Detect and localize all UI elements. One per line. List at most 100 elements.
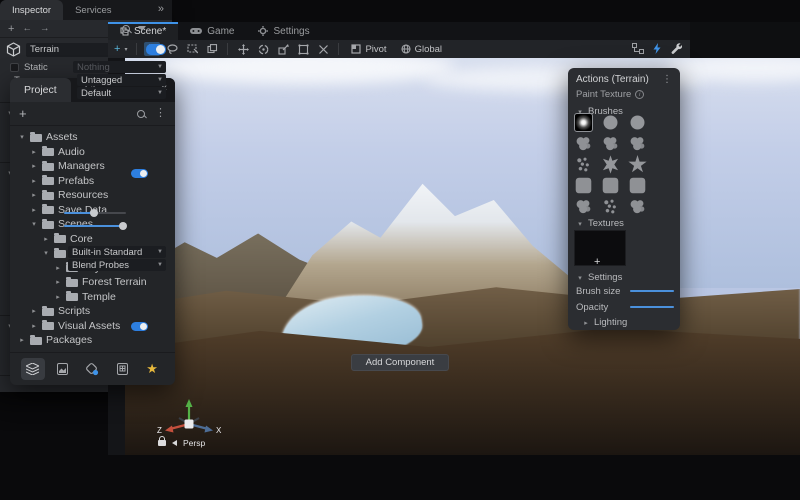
rect-select-tool-button[interactable] xyxy=(184,42,200,56)
opacity-slider[interactable] xyxy=(630,306,674,308)
filter-icon[interactable] xyxy=(138,26,146,31)
tree-item-resources[interactable]: ▸Resources xyxy=(10,188,175,203)
settings-section-header[interactable]: ▾ Settings xyxy=(576,272,622,283)
tab-project[interactable]: Project xyxy=(10,78,71,102)
tab-scene[interactable]: Scene* xyxy=(108,22,178,40)
caret-icon[interactable]: ▸ xyxy=(30,307,38,315)
caret-icon[interactable]: ▸ xyxy=(42,235,50,243)
brush-thumbnail[interactable] xyxy=(628,155,647,174)
tree-item-temple[interactable]: ▸Temple xyxy=(10,290,175,305)
pixel-error-slider[interactable] xyxy=(64,212,126,214)
add-object-button[interactable]: + ▾ xyxy=(112,42,129,56)
back-button[interactable]: ← xyxy=(22,23,32,34)
layer-dropdown[interactable]: Default▼ xyxy=(77,87,166,99)
caret-icon[interactable]: ▸ xyxy=(30,177,38,185)
lighting-section-header[interactable]: ▸ Lighting xyxy=(582,317,627,328)
brush-thumbnail[interactable] xyxy=(628,134,647,153)
terrain-material-dropdown[interactable]: Built-in Standard▼ xyxy=(68,246,166,258)
caret-icon[interactable]: ▾ xyxy=(30,220,38,228)
scenes-view-button[interactable] xyxy=(51,358,75,380)
tree-item-managers[interactable]: ▸Managers xyxy=(10,159,175,174)
brush-thumbnail[interactable] xyxy=(574,134,593,153)
brush-thumbnail[interactable] xyxy=(601,113,620,132)
caret-icon[interactable]: ▸ xyxy=(30,162,38,170)
tab-inspector[interactable]: Inspector xyxy=(0,0,63,20)
caret-icon[interactable]: ▾ xyxy=(18,133,26,141)
assets-view-button[interactable] xyxy=(21,358,45,380)
base-map-slider[interactable] xyxy=(64,225,126,227)
tag-dropdown[interactable]: Untagged▼ xyxy=(77,74,166,86)
move-tool-button[interactable] xyxy=(235,42,251,56)
add-asset-button[interactable]: + xyxy=(19,106,27,121)
tab-services[interactable]: Services xyxy=(63,0,123,20)
brush-thumbnail[interactable] xyxy=(601,155,620,174)
caret-icon[interactable]: ▸ xyxy=(30,191,38,199)
brush-thumbnail[interactable] xyxy=(603,178,619,194)
actions-menu-icon[interactable]: ⋮ xyxy=(662,75,672,85)
forward-button[interactable]: → xyxy=(40,23,50,34)
caret-icon[interactable]: ▸ xyxy=(54,264,62,272)
hierarchy-icon[interactable] xyxy=(632,43,644,54)
flash-icon[interactable] xyxy=(653,43,661,54)
add-component-button[interactable]: Add Component xyxy=(351,354,449,371)
add-button[interactable]: + xyxy=(8,23,14,35)
gameobject-cube-icon[interactable] xyxy=(6,42,21,57)
scene-viewport[interactable]: Z X Persp xyxy=(125,58,800,455)
tree-item-assets[interactable]: ▾Assets xyxy=(10,130,175,145)
brush-thumbnail[interactable] xyxy=(574,197,593,216)
brush-thumbnail-selected[interactable] xyxy=(574,113,593,132)
rect-transform-tool-button[interactable] xyxy=(295,42,311,56)
caret-icon[interactable]: ▸ xyxy=(18,336,26,344)
tree-item-packages[interactable]: ▸Packages xyxy=(10,333,175,348)
brush-thumbnail[interactable] xyxy=(576,178,592,194)
caret-icon[interactable]: ▾ xyxy=(42,249,50,257)
brush-thumbnail[interactable] xyxy=(601,134,620,153)
terrain-enabled-toggle[interactable] xyxy=(131,169,148,178)
textures-section-header[interactable]: ▾ Textures xyxy=(576,218,624,229)
tree-item-visual-assets[interactable]: ▸Visual Assets xyxy=(10,319,175,334)
tree-item-forest-terrain[interactable]: ▸Forest Terrain xyxy=(10,275,175,290)
brush-size-slider[interactable] xyxy=(630,290,674,292)
gameobject-active-toggle[interactable] xyxy=(146,44,166,55)
brush-thumbnail[interactable] xyxy=(628,197,647,216)
add-texture-button[interactable]: + xyxy=(594,256,600,268)
materials-view-button[interactable] xyxy=(80,358,104,380)
scale-tool-button[interactable] xyxy=(275,42,291,56)
caret-icon[interactable]: ▸ xyxy=(54,278,62,286)
tree-item-prefabs[interactable]: ▸Prefabs xyxy=(10,174,175,189)
pivot-toggle-button[interactable]: Pivot xyxy=(346,42,391,56)
static-dropdown[interactable]: Nothing▼ xyxy=(73,61,166,73)
reflection-dropdown[interactable]: Blend Probes▼ xyxy=(68,259,166,271)
tab-game[interactable]: Game xyxy=(178,22,246,40)
lasso-select-tool-button[interactable] xyxy=(164,42,180,56)
expand-panel-icon[interactable]: » xyxy=(158,3,164,15)
folder-icon xyxy=(30,134,42,142)
tab-settings[interactable]: Settings xyxy=(246,22,321,40)
caret-icon[interactable]: ▸ xyxy=(54,293,62,301)
brush-thumbnail[interactable] xyxy=(628,113,647,132)
caret-icon[interactable]: ▸ xyxy=(30,322,38,330)
wrench-icon[interactable] xyxy=(670,42,682,54)
perspective-control[interactable]: Persp xyxy=(158,438,205,448)
search-icon[interactable] xyxy=(137,110,145,118)
global-toggle-button[interactable]: Global xyxy=(396,42,447,56)
lock-icon[interactable] xyxy=(158,440,166,446)
transform-tool-button[interactable] xyxy=(315,42,331,56)
terrain-collider-enabled-toggle[interactable] xyxy=(131,322,148,331)
rotate-tool-button[interactable] xyxy=(255,42,271,56)
brush-thumbnail[interactable] xyxy=(574,155,593,174)
tree-item-core[interactable]: ▸Core xyxy=(10,232,175,247)
tree-item-audio[interactable]: ▸Audio xyxy=(10,145,175,160)
static-checkbox[interactable] xyxy=(10,63,19,72)
caret-icon[interactable]: ▸ xyxy=(30,206,38,214)
info-icon[interactable]: i xyxy=(635,90,644,99)
scripts-view-button[interactable] xyxy=(110,358,134,380)
brush-thumbnail[interactable] xyxy=(601,197,620,216)
duplicate-tool-button[interactable] xyxy=(204,42,220,56)
search-icon[interactable] xyxy=(122,25,130,33)
project-menu-icon[interactable]: ⋮ xyxy=(155,108,166,119)
caret-icon[interactable]: ▸ xyxy=(30,148,38,156)
tree-item-scripts[interactable]: ▸Scripts xyxy=(10,304,175,319)
favorites-button[interactable]: ★ xyxy=(140,358,164,380)
brush-thumbnail[interactable] xyxy=(630,178,646,194)
